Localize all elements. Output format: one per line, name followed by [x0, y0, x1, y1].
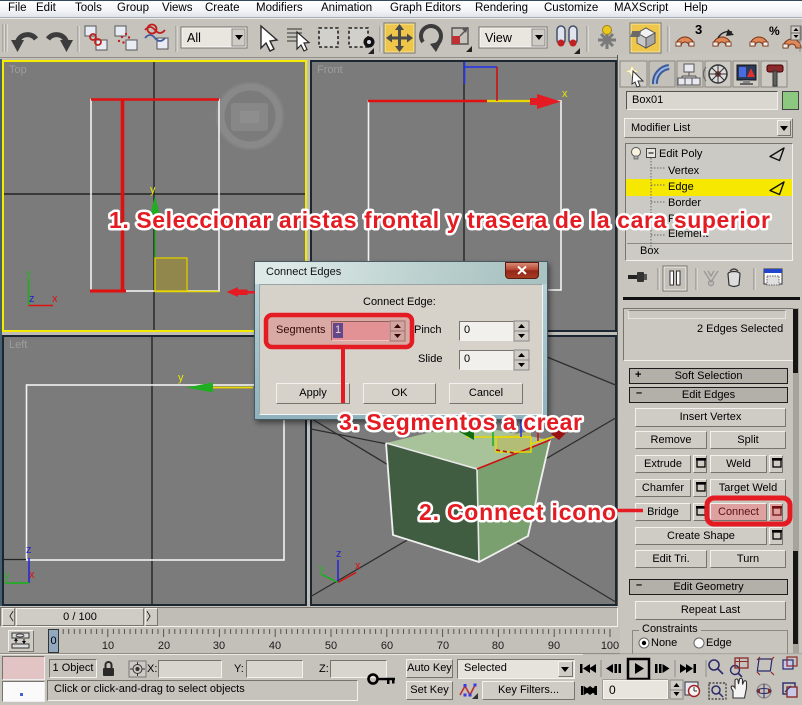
svg-text:1. Seleccionar aristas frontal: 1. Seleccionar aristas frontal y trasera…	[109, 207, 770, 233]
svg-text:3. Segmentos a crear: 3. Segmentos a crear	[339, 409, 582, 435]
svg-text:2. Connect icono: 2. Connect icono	[419, 499, 616, 525]
